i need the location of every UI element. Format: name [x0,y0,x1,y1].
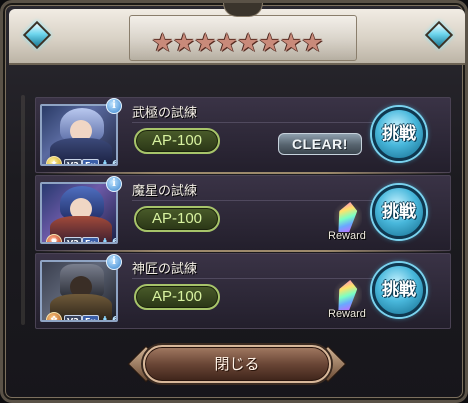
trial-row-3: ❖ V2 Ex ♟ 6 i 神匠の試練 AP-100 Reward 挑戦 [35,253,451,329]
v2-tag: V2 [64,315,82,320]
row-divider [35,172,451,174]
character-portrait[interactable]: ✦ V2 Ex ♟ 6 [40,104,118,166]
challenge-button[interactable]: 挑戦 [372,263,426,317]
element-icon: ❖ [46,312,62,320]
ap-cost: AP-100 [134,284,220,310]
plus-mark-icon: ♟ [100,314,110,322]
plus-mark-icon: ♟ [100,236,110,244]
ex-tag: Ex [82,315,99,320]
element-fire-icon: ✹ [46,234,62,242]
row-divider [35,250,451,252]
plus-mark-icon: ♟ [100,158,110,166]
plus-count: 6 [112,159,116,164]
info-icon[interactable]: i [106,176,122,192]
element-light-icon: ✦ [46,156,62,164]
ex-tag: Ex [82,159,99,164]
ex-tag: Ex [82,237,99,242]
ap-cost: AP-100 [134,206,220,232]
difficulty-stars: ★★★★★★★★ [151,28,323,57]
close-button[interactable]: 閉じる [143,345,331,383]
trial-row-1: ✦ V2 Ex ♟ 6 i 武極の試練 AP-100 CLEAR! 挑戦 [35,97,451,173]
plus-count: 6 [112,237,116,242]
info-icon[interactable]: i [106,254,122,270]
challenge-button[interactable]: 挑戦 [372,185,426,239]
v2-tag: V2 [64,159,82,164]
clear-badge: CLEAR! [278,133,362,155]
trial-title: 武極の試練 [132,106,198,121]
ap-cost: AP-100 [134,128,220,154]
scrollbar-track [21,95,25,325]
challenge-button[interactable]: 挑戦 [372,107,426,161]
info-icon[interactable]: i [106,98,122,114]
v2-tag: V2 [64,237,82,242]
trial-row-2: ✹ V2 Ex ♟ 6 i 魔星の試練 AP-100 Reward 挑戦 [35,175,451,251]
character-portrait[interactable]: ❖ V2 Ex ♟ 6 [40,260,118,322]
trial-title: 神匠の試練 [132,262,198,277]
trial-dialog: ★★★★★★★★ ✦ V2 Ex ♟ 6 i 武極の試練 AP-100 CLEA… [0,0,468,403]
reward-label: Reward [328,308,366,320]
character-portrait[interactable]: ✹ V2 Ex ♟ 6 [40,182,118,244]
reward-label: Reward [328,230,366,242]
trial-title: 魔星の試練 [132,184,198,199]
title-divider [132,122,382,123]
plus-count: 6 [112,315,116,320]
